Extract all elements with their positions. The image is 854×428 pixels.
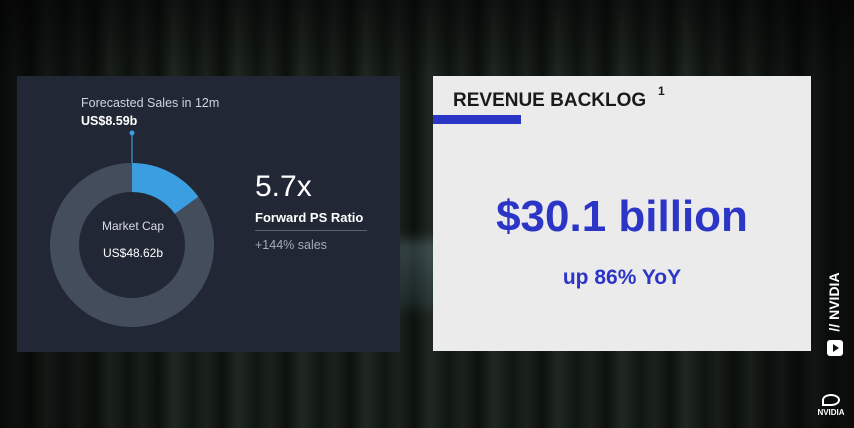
nvidia-logo: NVIDIA (814, 394, 848, 422)
backlog-title: REVENUE BACKLOG (453, 90, 647, 111)
revenue-backlog-card: REVENUE BACKLOG 1 $30.1 billion up 86% Y… (433, 76, 811, 351)
backlog-footnote-marker: 1 (658, 84, 665, 98)
sales-growth-note: +144% sales (255, 238, 327, 252)
backlog-amount: $30.1 billion (496, 192, 748, 241)
valuation-card: Forecasted Sales in 12m US$8.59b Market … (17, 76, 400, 352)
accent-bar (433, 115, 521, 124)
youtube-play-icon[interactable] (827, 340, 843, 356)
nvidia-logo-text: NVIDIA (817, 408, 845, 417)
backlog-growth: up 86% YoY (562, 266, 682, 289)
nvidia-eye-icon (822, 394, 840, 406)
market-cap-label: Market Cap (101, 219, 165, 233)
nvidia-vertical-text: // NVIDIA (826, 272, 842, 332)
annotation-dot (129, 130, 135, 136)
forecast-sales-label: Forecasted Sales in 12m (81, 96, 220, 110)
nvidia-vertical-brand: // NVIDIA (819, 262, 849, 342)
forecast-sales-value: US$8.59b (81, 114, 138, 128)
background-shade (0, 0, 854, 80)
ps-ratio-value: 5.7x (255, 170, 312, 203)
ps-ratio-label: Forward PS Ratio (255, 210, 367, 231)
market-cap-value: US$48.62b (102, 246, 164, 260)
